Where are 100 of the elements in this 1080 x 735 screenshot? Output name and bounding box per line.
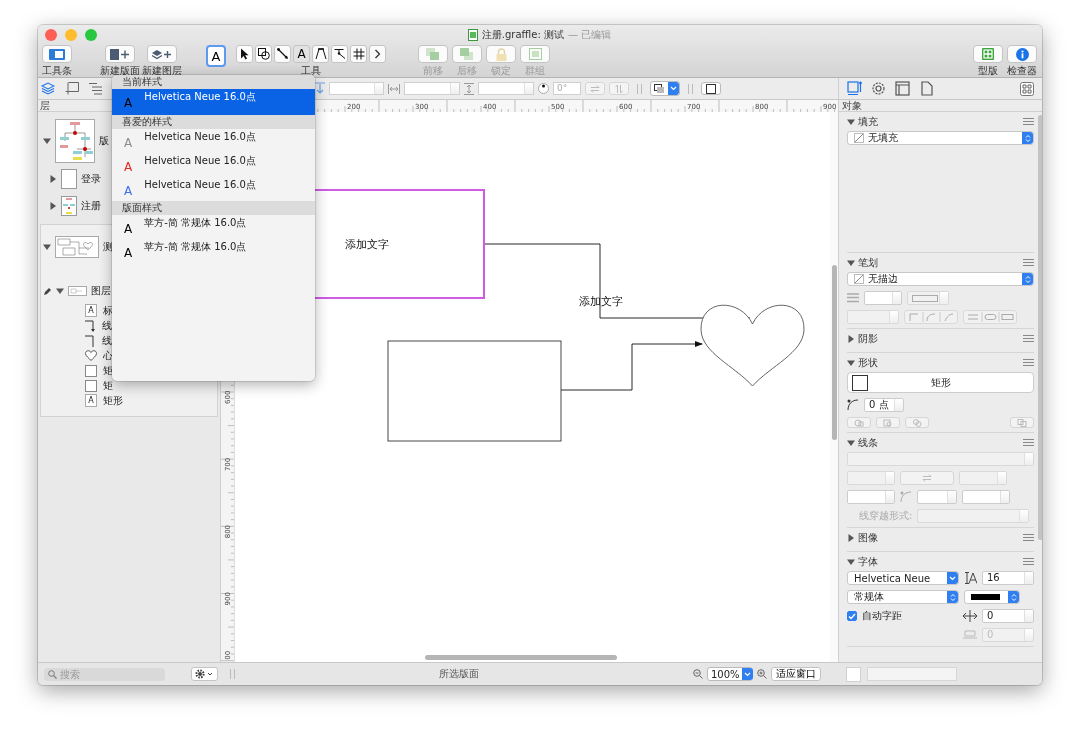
shape-text[interactable]: 添加文字	[345, 238, 390, 251]
canvas-name[interactable]: 版	[99, 134, 109, 148]
disclosure-icon[interactable]	[847, 334, 855, 343]
text-color-well[interactable]	[964, 590, 1020, 604]
style-menu-item[interactable]: A Helvetica Neue 16.0点	[112, 129, 315, 153]
outline-tab-icon[interactable]	[89, 82, 103, 95]
layer-name[interactable]: 图层	[91, 284, 111, 298]
disclosure-icon[interactable]	[49, 201, 57, 210]
style-menu-item[interactable]: A Helvetica Neue 16.0点	[112, 177, 315, 201]
checkbox-label[interactable]: 自动字距	[862, 609, 902, 623]
number-field[interactable]	[847, 490, 895, 504]
new-layer-button[interactable]	[147, 45, 177, 63]
swap-ends-button[interactable]	[900, 471, 954, 485]
close-button[interactable]	[45, 29, 57, 41]
disclosure-icon[interactable]	[847, 358, 855, 367]
object-row[interactable]: 矩	[41, 363, 218, 378]
scrollbar-thumb[interactable]	[425, 655, 618, 660]
scrollbar-thumb[interactable]	[831, 265, 837, 440]
font-family-dropdown[interactable]: Helvetica Neue	[847, 571, 959, 585]
disclosure-icon[interactable]	[43, 137, 51, 145]
checkbox[interactable]	[847, 611, 857, 621]
number-field[interactable]	[478, 82, 534, 95]
flip-horizontal-button[interactable]	[585, 82, 605, 95]
rotation-knob-icon[interactable]	[538, 83, 549, 94]
section-title[interactable]: 线条	[858, 435, 878, 450]
section-title[interactable]: 形状	[858, 355, 878, 370]
convert-button[interactable]	[876, 417, 900, 428]
action-menu-button[interactable]	[191, 667, 218, 681]
disclosure-icon[interactable]	[847, 557, 855, 566]
scrollbar-thumb[interactable]	[1038, 115, 1042, 540]
number-field[interactable]	[864, 291, 902, 305]
rectangle-shape[interactable]	[387, 340, 562, 442]
tool-button[interactable]	[369, 45, 386, 63]
shape-picker[interactable]: 矩形	[847, 372, 1034, 393]
layer-name[interactable]: 登录	[81, 171, 101, 186]
arrange-dropdown[interactable]	[650, 81, 680, 96]
style-menu-item[interactable]: A 苹方-简 常规体 16.0点	[112, 215, 315, 239]
menu-icon[interactable]	[1023, 118, 1034, 125]
number-field[interactable]	[404, 82, 460, 95]
line-style-dropdown[interactable]	[907, 291, 949, 305]
object-row[interactable]: 线	[41, 318, 218, 333]
disclosure-icon[interactable]	[847, 438, 855, 447]
menu-icon[interactable]	[1023, 335, 1034, 342]
section-title[interactable]: 字体	[858, 554, 878, 569]
line-start-dropdown[interactable]	[847, 471, 895, 485]
convert-button[interactable]	[905, 417, 929, 428]
new-canvas-button[interactable]	[105, 45, 135, 63]
menu-icon[interactable]	[1023, 359, 1034, 366]
object-row[interactable]: 心	[41, 348, 218, 363]
frame-button[interactable]	[701, 82, 721, 95]
text-tool-button[interactable]: A	[293, 45, 310, 63]
convert-button[interactable]	[847, 417, 871, 428]
disclosure-icon[interactable]	[43, 243, 51, 251]
zoom-in-icon[interactable]	[757, 669, 767, 679]
menu-icon[interactable]	[1023, 439, 1034, 446]
gear-tab-icon[interactable]	[871, 81, 886, 96]
disclosure-icon[interactable]	[847, 533, 855, 542]
disclosure-icon[interactable]	[56, 287, 64, 295]
stroke-dropdown[interactable]: 无描边	[847, 272, 1034, 286]
font-weight-dropdown[interactable]: 常规体	[847, 590, 959, 604]
menu-icon[interactable]	[1023, 534, 1034, 541]
inspector-button[interactable]	[1007, 45, 1037, 63]
object-row[interactable]: A 矩形	[41, 393, 218, 408]
kerning-field[interactable]: 0	[982, 609, 1034, 623]
tool-button[interactable]	[255, 45, 272, 63]
disclosure-icon[interactable]	[847, 117, 855, 126]
tool-button[interactable]	[274, 45, 291, 63]
disclosure-icon[interactable]	[847, 258, 855, 267]
menu-icon[interactable]	[1023, 558, 1034, 565]
object-row[interactable]: A 标	[41, 303, 218, 318]
number-field[interactable]	[962, 490, 1010, 504]
section-title[interactable]: 阴影	[858, 331, 878, 346]
object-row[interactable]: 线	[41, 333, 218, 348]
layout-grid-icon[interactable]	[1020, 81, 1034, 96]
stencils-button[interactable]	[973, 45, 1003, 63]
number-field[interactable]	[917, 490, 957, 504]
convert-button[interactable]	[1010, 417, 1034, 428]
section-title[interactable]: 填充	[858, 114, 878, 129]
document-tab-icon[interactable]	[919, 81, 934, 96]
tool-button[interactable]	[312, 45, 329, 63]
layers-tab-icon[interactable]	[41, 82, 55, 95]
tool-button[interactable]	[331, 45, 348, 63]
number-field[interactable]	[329, 82, 384, 95]
style-menu-item[interactable]: A Helvetica Neue 16.0点	[112, 153, 315, 177]
zoom-button[interactable]	[85, 29, 97, 41]
layer-name[interactable]: 注册	[81, 198, 101, 213]
object-tab-icon[interactable]	[847, 81, 862, 96]
style-menu-item[interactable]: A 苹方-简 常规体 16.0点	[112, 239, 315, 263]
align-bottom-icon[interactable]	[315, 82, 325, 95]
menu-icon[interactable]	[1023, 259, 1034, 266]
heart-shape[interactable]	[700, 304, 805, 387]
text-field[interactable]	[867, 667, 957, 681]
canvas-name[interactable]: 测	[103, 240, 113, 254]
tool-button[interactable]	[350, 45, 367, 63]
style-menu-item[interactable]: A Helvetica Neue 16.0点	[112, 89, 315, 115]
tool-button[interactable]	[236, 45, 253, 63]
cap-style-control[interactable]	[963, 310, 1017, 324]
section-title[interactable]: 笔划	[858, 255, 878, 270]
section-title[interactable]: 图像	[858, 530, 878, 545]
corner-radius-field[interactable]: 0 点	[864, 398, 904, 412]
